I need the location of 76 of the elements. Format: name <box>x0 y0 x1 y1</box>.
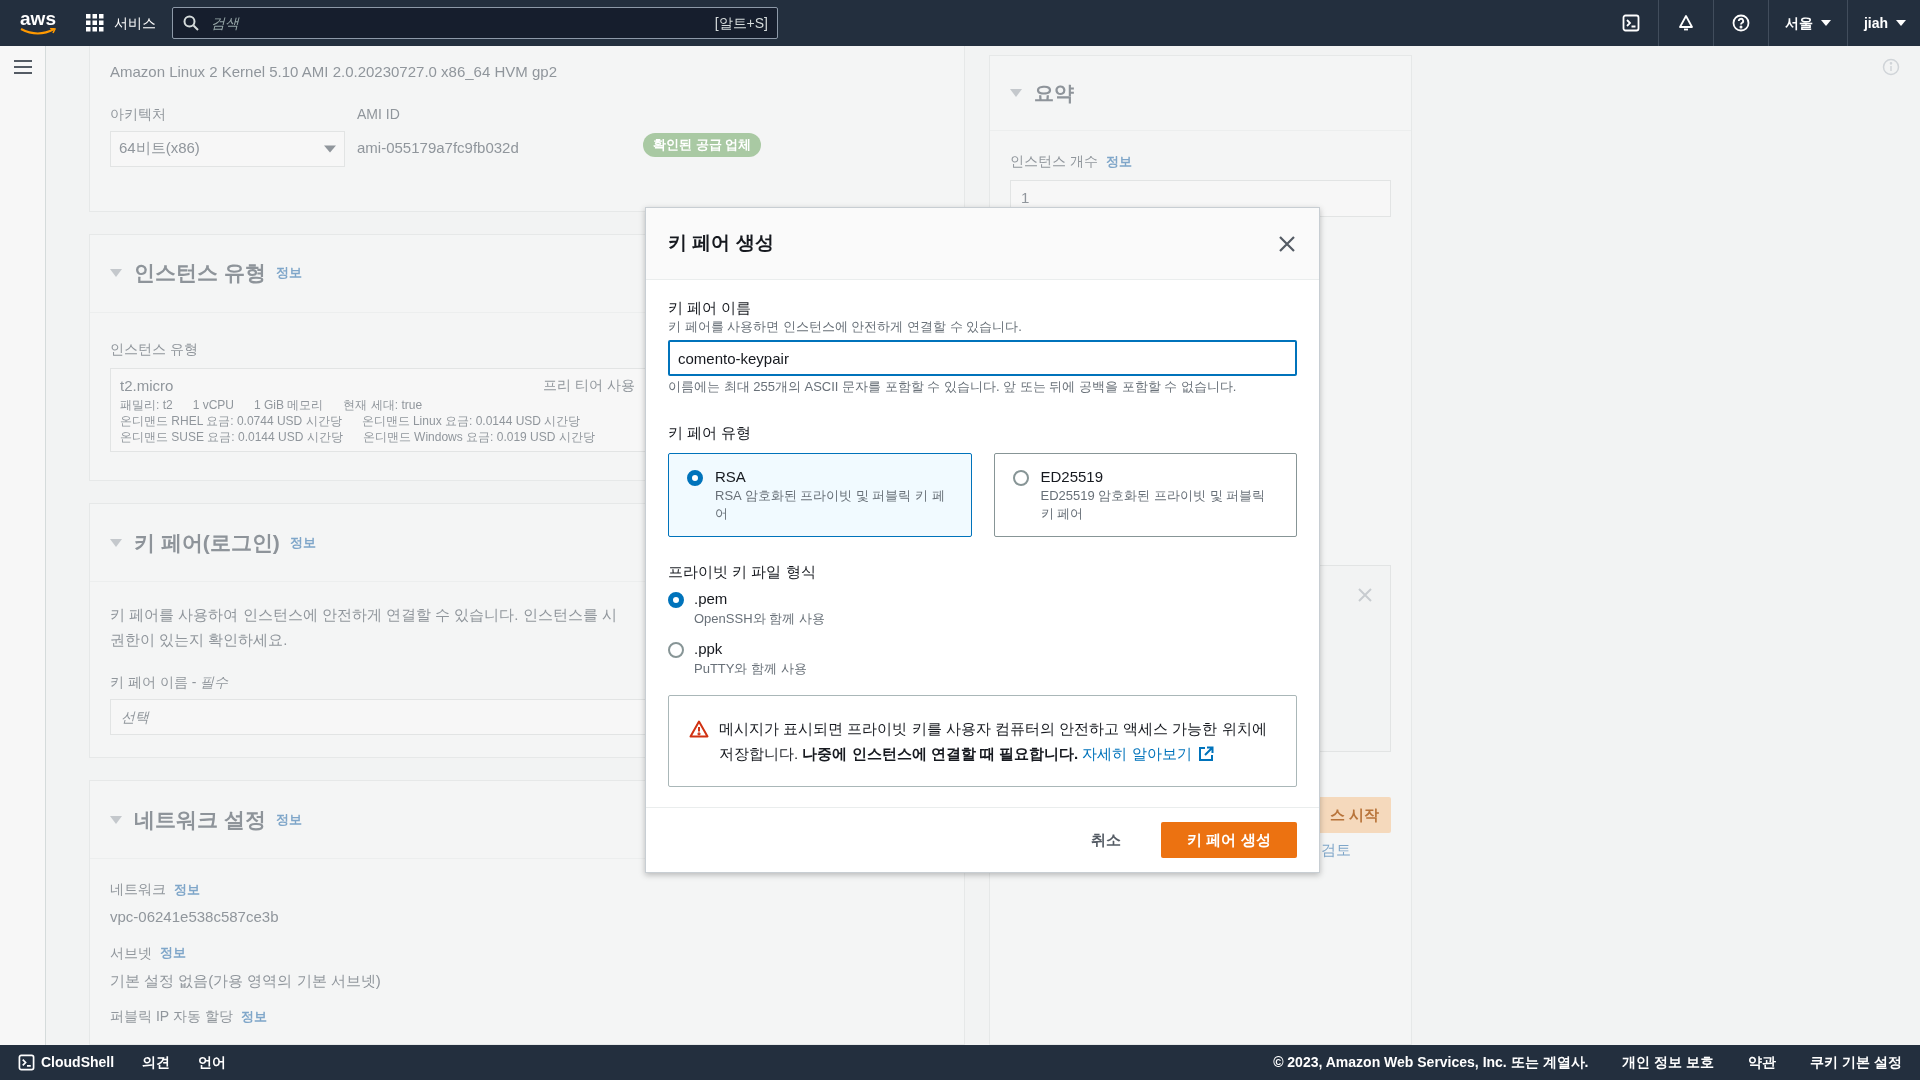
bell-icon[interactable] <box>1676 14 1695 32</box>
field-label: 퍼블릭 IP 자동 할당 <box>110 1007 233 1026</box>
price-text: 온디맨드 Linux 요금: 0.0144 USD 시간당 <box>361 413 581 429</box>
menu-icon[interactable] <box>13 60 32 74</box>
field-value: 기본 설정 없음(가용 영역의 기본 서브넷) <box>110 970 382 991</box>
field-label: 프라이빗 키 파일 형식 <box>668 561 817 582</box>
footer-link[interactable]: 언어 <box>198 1052 227 1073</box>
terminal-icon[interactable] <box>1621 14 1640 32</box>
caret-icon <box>1896 20 1906 26</box>
field-label: 키 페어 이름 - 필수 <box>110 673 230 692</box>
caret-icon <box>1820 20 1831 26</box>
spec-text: 1 GiB 메모리 <box>254 397 324 413</box>
terminal-icon <box>18 1054 35 1071</box>
cancel-button[interactable]: 취소 <box>1091 828 1121 852</box>
key-type-tile[interactable]: RSA RSA 암호화된 프라이빗 및 퍼블릭 키 페어 <box>668 452 972 537</box>
field-value: vpc-06241e538c587ce3b <box>110 907 280 927</box>
help-icon[interactable] <box>1731 14 1750 32</box>
cloudshell-button[interactable]: CloudShell <box>18 1052 115 1073</box>
price-text: 온디맨드 SUSE 요금: 0.0144 USD 시간당 <box>120 429 343 445</box>
field-label: 키 페어 유형 <box>668 423 753 443</box>
option-label: RSA <box>715 466 747 487</box>
footer-link[interactable]: 쿠키 기본 설정 <box>1810 1052 1902 1073</box>
radio-button[interactable] <box>668 592 684 608</box>
spec-text: 현재 세대: true <box>343 397 423 413</box>
description-text: 키 페어를 사용하여 인스턴스에 안전하게 연결할 수 있습니다. 인스턴스를 시 <box>110 605 618 625</box>
spec-text: 1 vCPU <box>192 397 235 413</box>
user-menu[interactable]: jiah <box>1847 0 1906 46</box>
description-text: 권한이 있는지 확인하세요. <box>110 630 289 650</box>
learn-more-link[interactable]: 자세히 알아보기 <box>1082 741 1214 766</box>
field-description: 키 페어를 사용하면 인스턴스에 안전하게 연결할 수 있습니다. <box>668 318 1023 336</box>
price-text: 온디맨드 RHEL 요금: 0.0744 USD 시간당 <box>120 413 342 429</box>
option-label: ED25519 <box>1040 466 1105 487</box>
services-button[interactable]: 서비스 <box>86 12 156 34</box>
price-text: 온디맨드 Windows 요금: 0.019 USD 시간당 <box>362 429 595 445</box>
dialog-title: 키 페어 생성 <box>668 231 774 256</box>
spec-text: 패밀리: t2 <box>120 397 173 413</box>
logo-link[interactable]: aws <box>20 10 56 36</box>
option-description: PuTTY와 함께 사용 <box>694 660 807 678</box>
field-label: 인스턴스 개수 <box>1010 152 1098 171</box>
search-icon <box>183 15 199 31</box>
instance-type: t2.micro <box>120 375 174 396</box>
smile-icon <box>20 28 56 36</box>
key-type-tile[interactable]: ED25519 ED25519 암호화된 프라이빗 및 퍼블릭 키 페어 <box>993 452 1297 537</box>
shortcut-hint: [알트+S] <box>714 14 768 33</box>
footer-link[interactable]: 의견 <box>142 1052 171 1073</box>
caret-icon <box>324 144 336 153</box>
field-label: AMI ID <box>357 104 401 124</box>
region-menu[interactable]: 서울 <box>1768 0 1848 46</box>
grid-icon <box>86 14 104 32</box>
section-title: 요약 <box>1034 81 1074 106</box>
footer-link[interactable]: 약관 <box>1748 1052 1777 1073</box>
copyright-text: © 2023, Amazon Web Services, Inc. 또는 계열사. <box>1273 1053 1589 1072</box>
verified-badge: 확인된 공급 업체 <box>643 133 762 157</box>
option-label: .pem <box>694 589 729 609</box>
warning-icon <box>689 720 709 738</box>
option-description: OpenSSH와 함께 사용 <box>694 610 825 628</box>
key-pair-name-field[interactable]: comento-keypair <box>668 340 1297 376</box>
option-description: RSA 암호화된 프라이빗 및 퍼블릭 키 페어 <box>715 486 946 523</box>
field-label: 서브넷 <box>110 943 152 963</box>
footer-link[interactable]: 개인 정보 보호 <box>1622 1052 1715 1073</box>
ami-name: Amazon Linux 2 Kernel 5.10 AMI 2.0.20230727.0 x86_64 HVM gp2 <box>110 62 558 82</box>
section-title: 네트워크 설정 <box>134 806 266 833</box>
radio-button[interactable] <box>668 642 684 658</box>
option-description: ED25519 암호화된 프라이빗 및 퍼블릭 키 페어 <box>1040 486 1267 523</box>
radio-button[interactable] <box>1012 469 1029 486</box>
ami-id: ami-055179a7fc9fb032d <box>357 137 520 158</box>
field-label: 키 페어 이름 <box>668 298 753 318</box>
field-label: 네트워크 <box>110 880 166 899</box>
option-label: .ppk <box>694 639 724 659</box>
radio-button[interactable] <box>687 469 703 486</box>
section-title: 키 페어(로그인) <box>134 529 280 556</box>
close-icon[interactable] <box>1279 235 1295 252</box>
external-link-icon <box>1197 745 1214 762</box>
field-label: 아키텍처 <box>110 104 167 124</box>
section-title: 인스턴스 유형 <box>134 260 266 287</box>
free-tier-label: 프리 티어 사용 <box>543 376 635 396</box>
